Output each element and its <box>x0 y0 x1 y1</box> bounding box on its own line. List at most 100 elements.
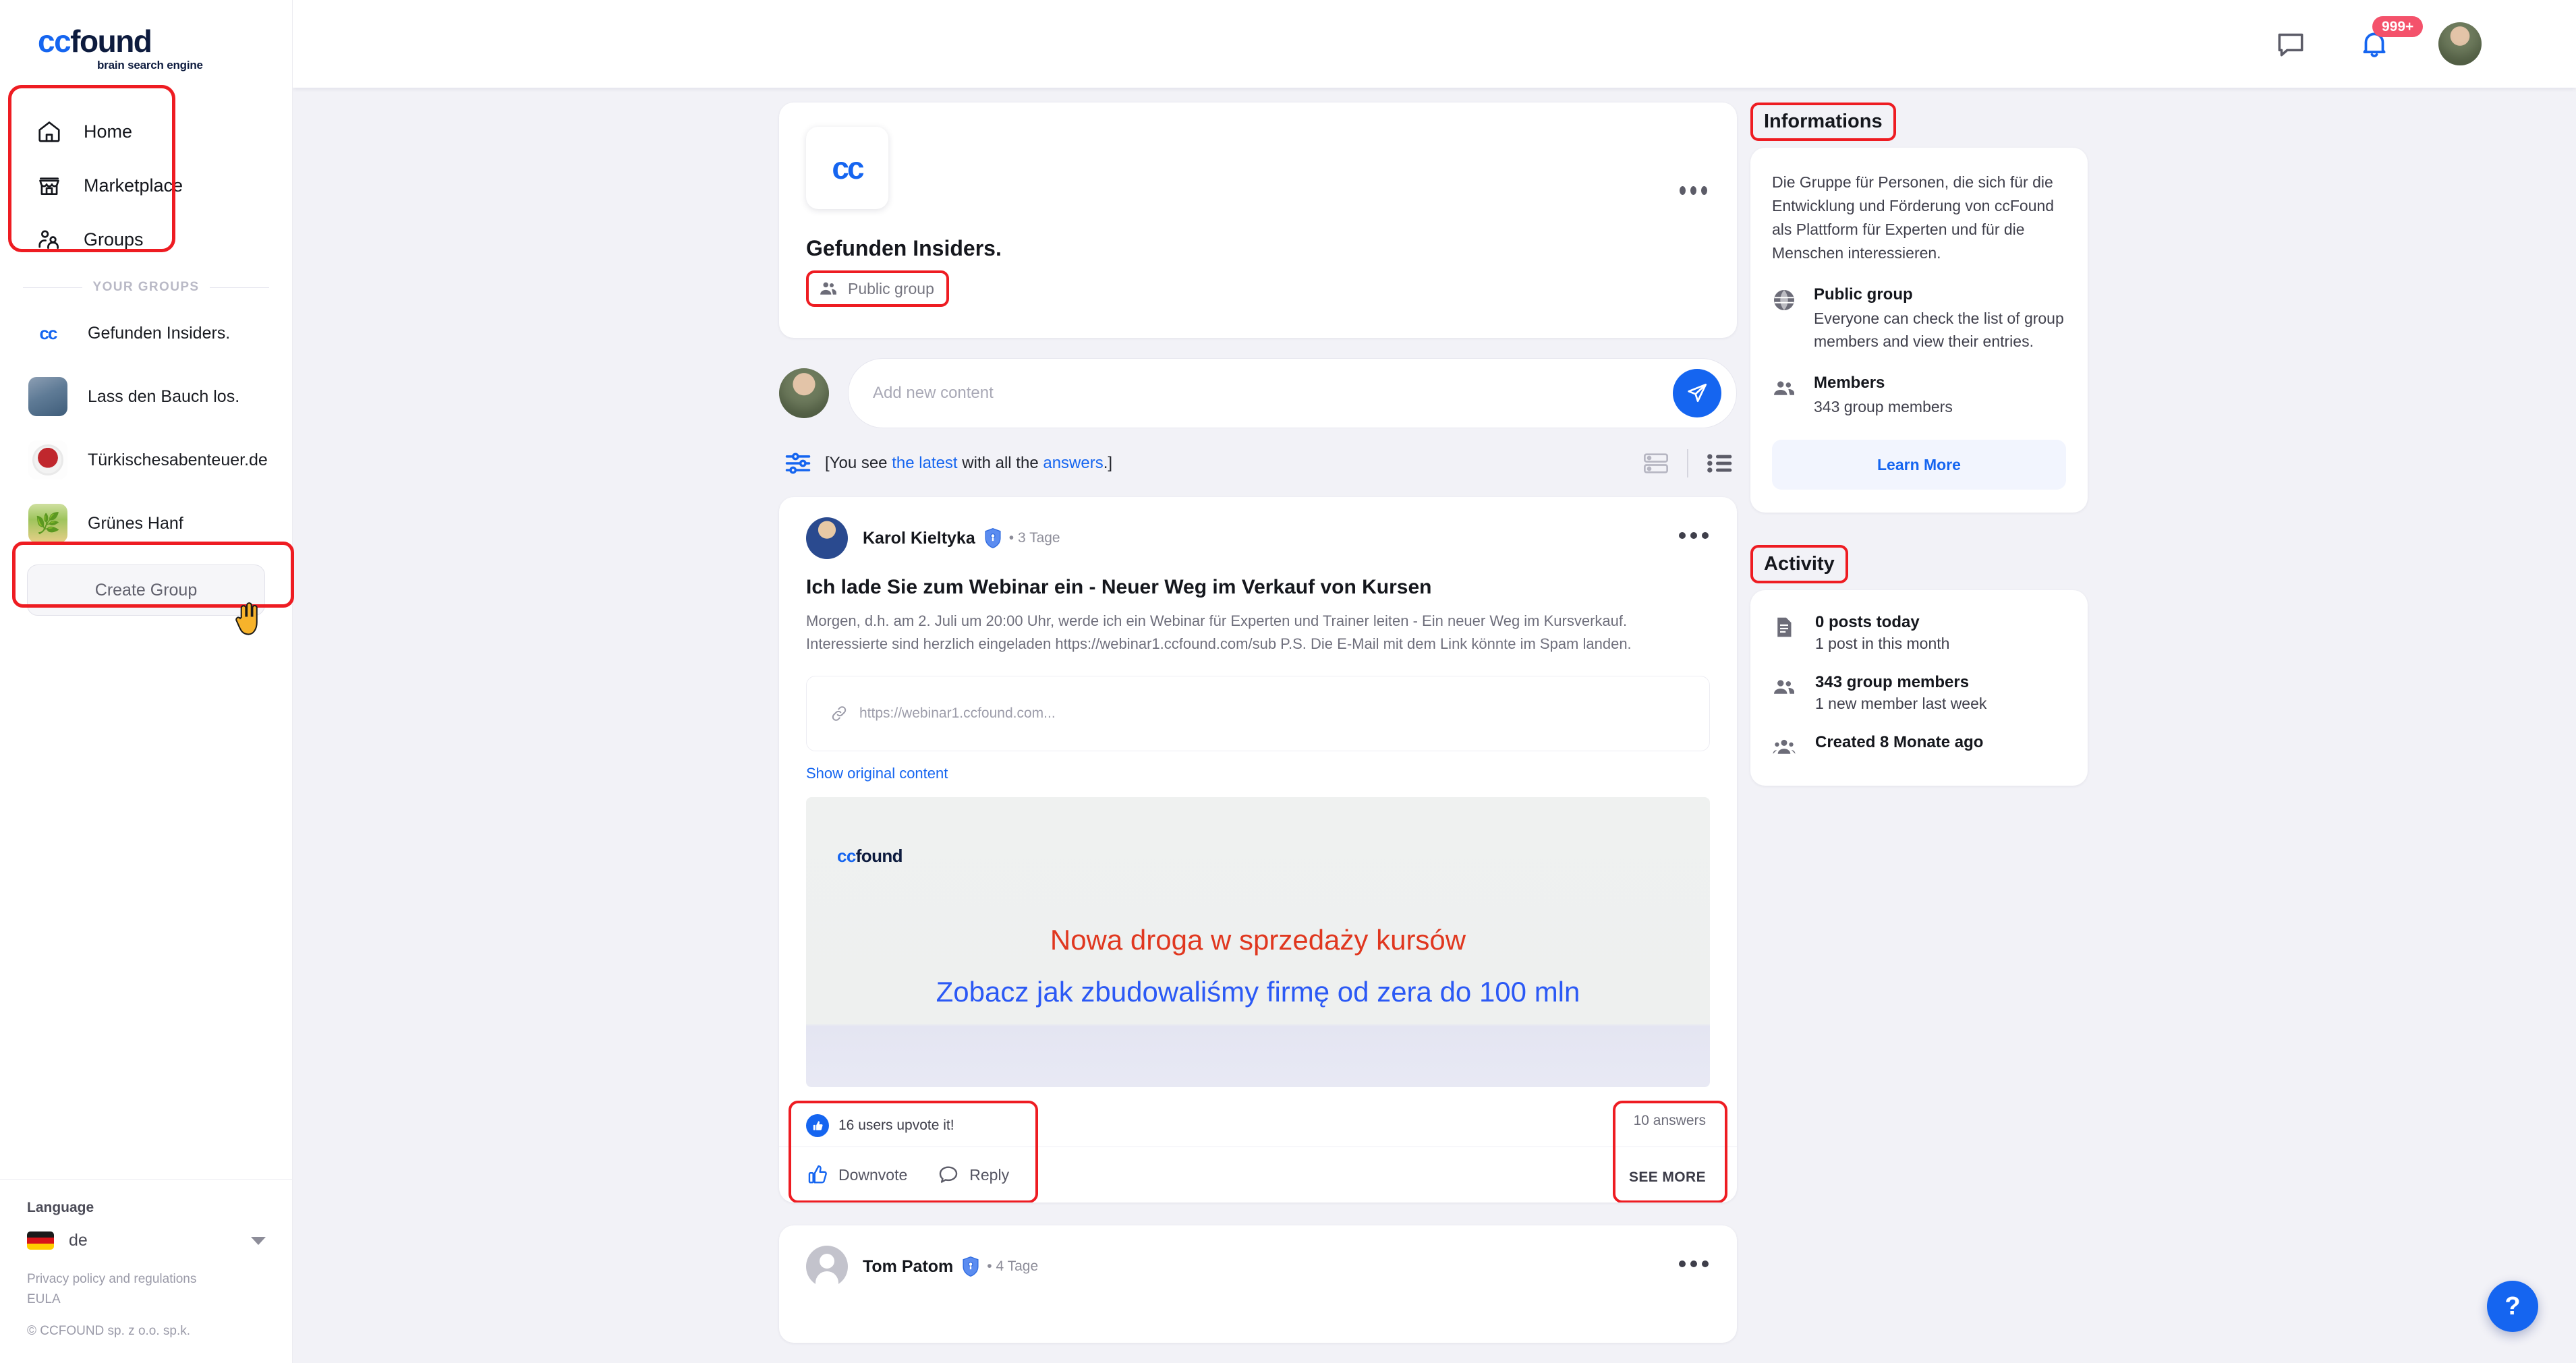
activity-row-posts: 0 posts today 1 post in this month <box>1772 613 2066 653</box>
link-preview-url: https://webinar1.ccfound.com... <box>859 705 1056 722</box>
post-time-value: 3 Tage <box>1017 530 1060 546</box>
sidebar-item-groups-label: Groups <box>84 229 144 250</box>
list-item[interactable]: Lass den Bauch los. <box>28 365 264 428</box>
post-author[interactable]: Tom Patom <box>863 1257 953 1277</box>
info-row-members: Members 343 group members <box>1772 374 2066 419</box>
avatar[interactable] <box>806 517 848 559</box>
divider-left <box>23 287 82 288</box>
reply-button[interactable]: Reply <box>937 1163 1009 1186</box>
messages-button[interactable] <box>2271 24 2310 63</box>
help-button[interactable]: ? <box>2487 1281 2538 1332</box>
reply-label: Reply <box>969 1165 1010 1184</box>
activity-created-heading: Created 8 Monate ago <box>1815 733 1984 752</box>
filter-link-latest[interactable]: the latest <box>892 454 957 472</box>
divider-right <box>210 287 270 288</box>
link-preview[interactable]: https://webinar1.ccfound.com... <box>806 676 1710 752</box>
view-toggles <box>1642 449 1733 477</box>
post-options-button[interactable] <box>1679 1260 1709 1268</box>
learn-more-button[interactable]: Learn More <box>1772 440 2066 490</box>
group-name: Lass den Bauch los. <box>88 386 240 406</box>
informations-panel: Die Gruppe für Personen, die sich für di… <box>1750 148 2088 513</box>
info-members-detail: 343 group members <box>1814 397 1953 415</box>
list-item[interactable]: Türkischesabenteuer.de <box>28 428 268 492</box>
eula-link[interactable]: EULA <box>27 1289 266 1309</box>
your-groups-label: YOUR GROUPS <box>92 280 200 294</box>
user-avatar[interactable] <box>2438 22 2482 65</box>
sidebar-item-groups[interactable]: Groups <box>24 212 268 266</box>
post-header: Tom Patom • 4 Tage <box>779 1225 1737 1302</box>
reply-bubble-icon <box>940 1166 958 1184</box>
post-banner-image[interactable]: ccfound Nowa droga w sprzedaży kursów Zo… <box>806 797 1710 1088</box>
divider <box>1687 449 1688 477</box>
new-content-input[interactable] <box>873 384 1673 403</box>
banner-logo-found: found <box>855 846 903 867</box>
group-name: Türkischesabenteuer.de <box>88 450 268 469</box>
filter-suffix: .] <box>1103 454 1113 472</box>
post-upvote-row: 16 users upvote it! 10 answers <box>806 1105 1710 1147</box>
group-members-icon <box>820 282 836 295</box>
thumbs-up-icon <box>806 1114 829 1138</box>
status-badge[interactable]: Public group <box>806 270 949 307</box>
chevron-down-icon <box>251 1236 266 1245</box>
language-value: de <box>69 1231 88 1250</box>
logo-tagline: brain search engine <box>97 59 203 71</box>
post-options-button[interactable] <box>1679 532 1709 539</box>
top-bar: 999+ <box>293 0 2576 88</box>
sidebar-item-home[interactable]: Home <box>24 105 268 158</box>
page-title: Gefunden Insiders. <box>806 236 1002 260</box>
filter-link-answers[interactable]: answers <box>1043 454 1103 472</box>
post-time: • 4 Tage <box>987 1258 1039 1275</box>
right-sidebar: Informations Die Gruppe für Personen, di… <box>1750 103 2088 786</box>
group-header-card: cc Gefunden Insiders. Public group <box>779 103 1737 338</box>
info-row-public: Public group Everyone can check the list… <box>1772 285 2066 353</box>
notifications-button[interactable]: 999+ <box>2355 16 2424 63</box>
create-group-wrap: Create Group <box>0 555 292 616</box>
group-created-icon <box>1772 733 1799 763</box>
your-groups-header: YOUR GROUPS <box>0 280 292 295</box>
avatar: cc <box>28 314 67 353</box>
avatar <box>28 440 67 480</box>
legal-links: Privacy policy and regulations EULA <box>27 1269 266 1309</box>
activity-posts-text: 0 posts today 1 post in this month <box>1815 613 1949 653</box>
activity-row-members: 343 group members 1 new member last week <box>1772 673 2066 713</box>
info-members-heading: Members <box>1814 373 1885 392</box>
group-options-button[interactable] <box>1680 186 1707 195</box>
sidebar-footer: Language de Privacy policy and regulatio… <box>0 1179 293 1363</box>
send-post-button[interactable] <box>1673 369 1721 417</box>
post-title[interactable]: Ich lade Sie zum Webinar ein - Neuer Weg… <box>779 574 1737 600</box>
activity-row-created: Created 8 Monate ago <box>1772 733 2066 763</box>
chat-bubble-icon <box>2278 33 2303 57</box>
privacy-policy-link[interactable]: Privacy policy and regulations <box>27 1269 266 1289</box>
language-label: Language <box>27 1200 94 1216</box>
list-item[interactable]: cc Gefunden Insiders. <box>28 301 264 365</box>
list-item[interactable]: Grünes Hanf <box>28 492 264 555</box>
avatar <box>28 504 67 543</box>
sidebar-item-marketplace[interactable]: Marketplace <box>24 158 268 212</box>
banner-headline: Nowa droga w sprzedaży kursów <box>1050 924 1466 956</box>
card-view-icon[interactable] <box>1642 452 1669 475</box>
avatar <box>779 368 829 418</box>
create-group-button[interactable]: Create Group <box>27 564 265 616</box>
logo-found-text: found <box>70 24 152 59</box>
avatar <box>28 377 67 416</box>
filters-icon[interactable] <box>783 448 813 478</box>
link-icon <box>832 706 847 721</box>
brand-logo[interactable]: ccfound brain search engine <box>0 0 292 72</box>
show-original-content-link[interactable]: Show original content <box>779 751 975 782</box>
filter-prefix: [You see <box>825 454 892 472</box>
list-view-icon[interactable] <box>1706 452 1733 475</box>
groups-list: cc Gefunden Insiders. Lass den Bauch los… <box>0 295 292 555</box>
group-description: Die Gruppe für Personen, die sich für di… <box>1772 173 2055 262</box>
post-author[interactable]: Karol Kieltyka <box>863 529 975 548</box>
language-selector[interactable]: de <box>27 1231 266 1250</box>
info-public-detail: Everyone can check the list of group mem… <box>1814 309 2064 351</box>
post-action-buttons: Downvote Reply SEE MORE <box>806 1147 1710 1202</box>
group-name: Gefunden Insiders. <box>88 323 231 343</box>
document-icon <box>1772 613 1799 653</box>
see-more-button[interactable]: SEE MORE <box>1629 1169 1706 1186</box>
table-row: Karol Kieltyka • 3 Tage Ich lade Sie zum… <box>779 497 1737 1203</box>
upvote-summary: 16 users upvote it! <box>806 1114 954 1138</box>
downvote-button[interactable]: Downvote <box>806 1163 907 1186</box>
main-nav: Home Marketplace Groups <box>0 105 292 266</box>
avatar[interactable] <box>806 1246 848 1288</box>
